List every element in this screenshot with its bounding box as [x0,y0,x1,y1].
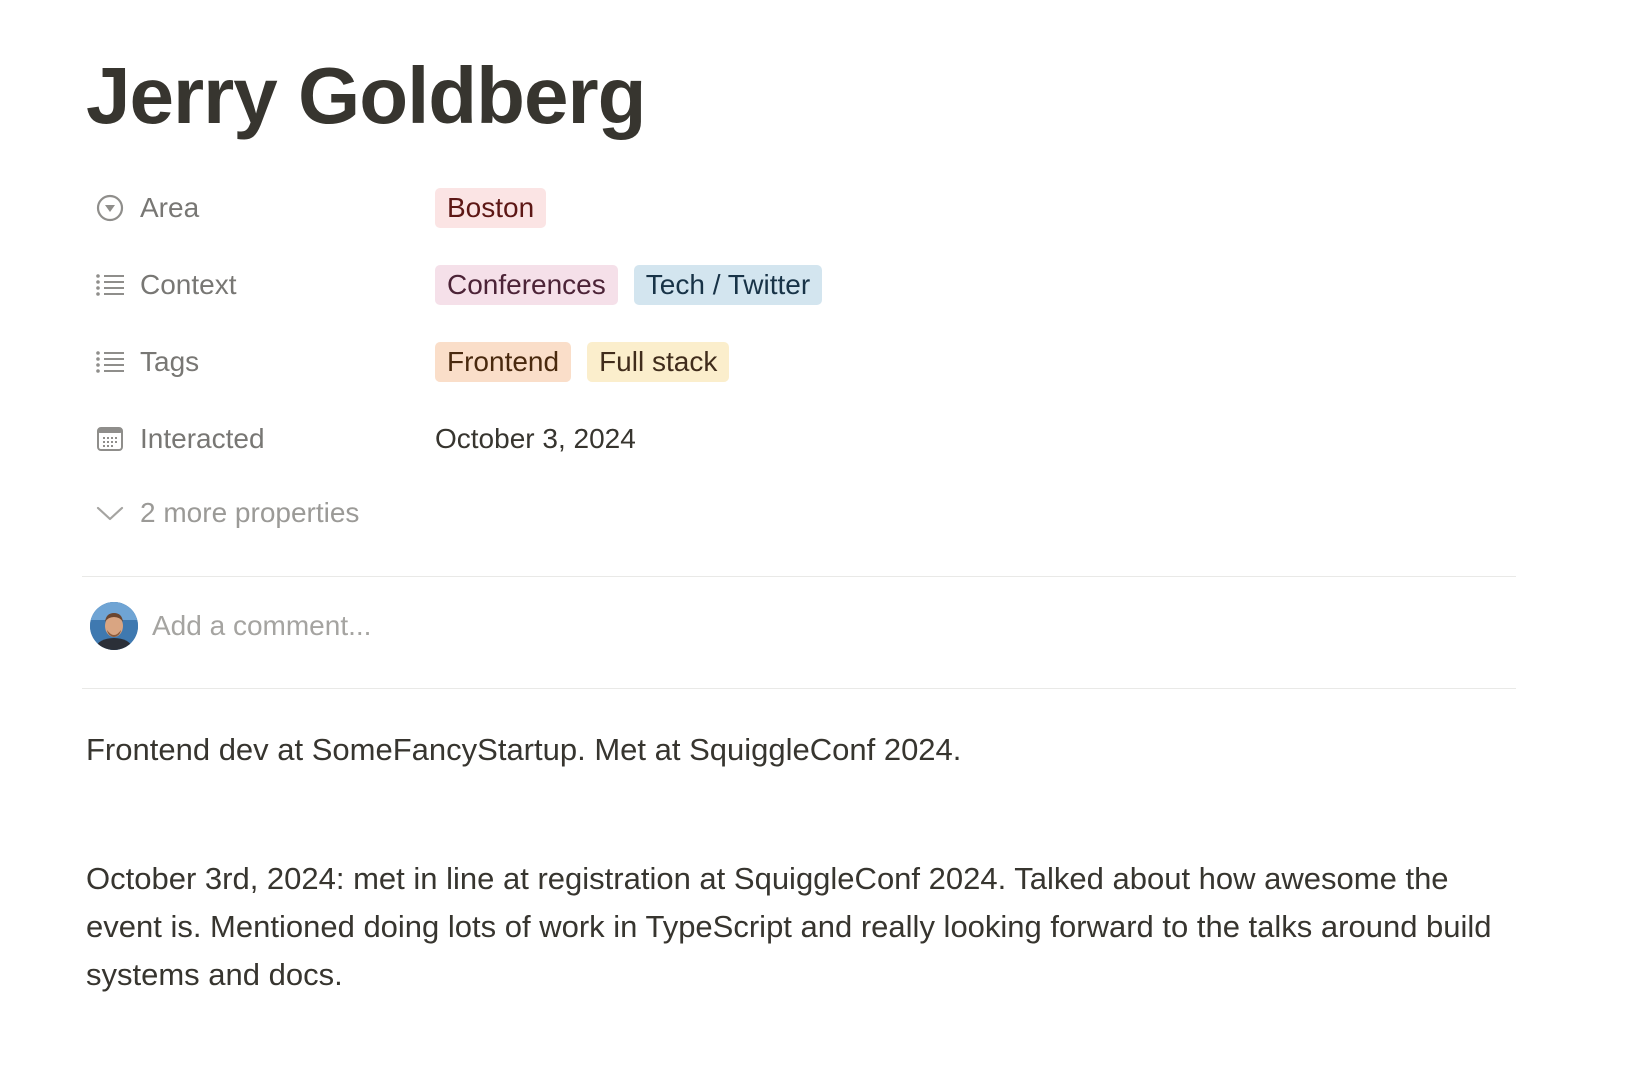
tag-boston[interactable]: Boston [435,188,547,228]
property-label-context[interactable]: Context [94,263,237,307]
divider [82,576,1516,577]
property-row-tags: Tags Frontend Full stack [86,340,1516,417]
more-properties-label: 2 more properties [140,497,360,528]
chevron-down-icon [94,497,126,529]
property-value-context[interactable]: Conferences Tech / Twitter [435,263,823,307]
comment-bar [90,602,1052,650]
more-properties-toggle[interactable]: 2 more properties [94,491,359,535]
avatar [90,602,138,650]
select-circle-icon [94,192,126,224]
property-label-text: Context [140,269,237,300]
properties-panel: Area Boston Context Conferences Tech / T… [86,186,1516,494]
page-title[interactable]: Jerry Goldberg [86,52,647,140]
property-label-tags[interactable]: Tags [94,340,199,384]
comment-input[interactable] [152,610,1052,642]
list-icon [94,346,126,378]
list-icon [94,269,126,301]
property-label-text: Tags [140,346,200,377]
body-paragraph[interactable]: October 3rd, 2024: met in line at regist… [86,855,1516,999]
property-label-interacted[interactable]: Interacted [94,417,265,461]
property-label-text: Area [140,192,200,223]
body-paragraph[interactable]: Frontend dev at SomeFancyStartup. Met at… [86,726,1516,774]
tag-tech-twitter[interactable]: Tech / Twitter [633,265,823,305]
calendar-icon [94,423,126,455]
property-value-area[interactable]: Boston [435,186,547,230]
property-value-tags[interactable]: Frontend Full stack [435,340,730,384]
property-label-area[interactable]: Area [94,186,199,230]
property-row-context: Context Conferences Tech / Twitter [86,263,1516,340]
date-value: October 3, 2024 [435,423,636,454]
tag-conferences[interactable]: Conferences [435,265,618,305]
tag-frontend[interactable]: Frontend [435,342,572,382]
property-row-interacted: Interacted October 3, 2024 [86,417,1516,494]
property-value-interacted[interactable]: October 3, 2024 [435,417,636,461]
property-label-text: Interacted [140,423,265,454]
tag-full-stack[interactable]: Full stack [587,342,730,382]
property-row-area: Area Boston [86,186,1516,263]
divider [82,688,1516,689]
